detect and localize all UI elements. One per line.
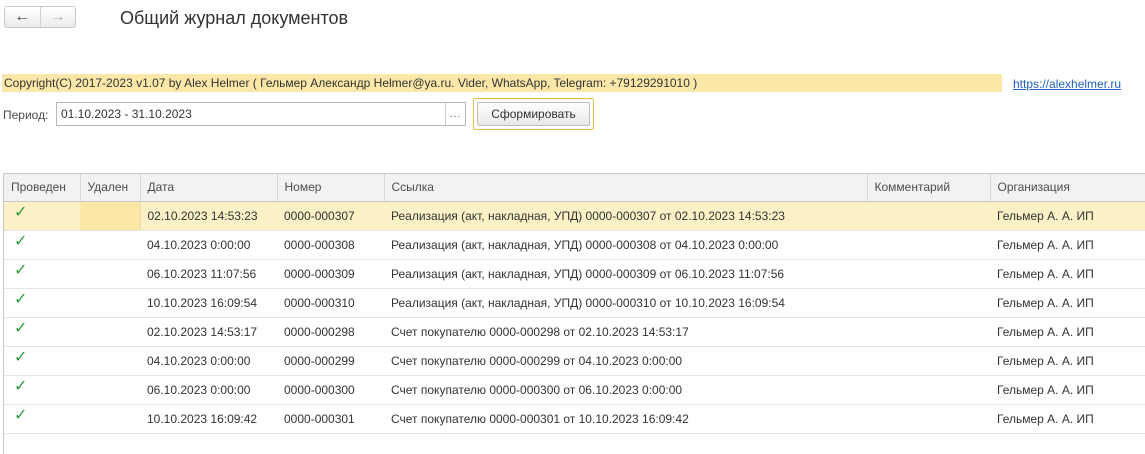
- deleted-cell: [80, 346, 140, 376]
- arrow-right-icon[interactable]: →: [41, 7, 76, 27]
- link-cell: Счет покупателю 0000-000298 от 02.10.202…: [384, 317, 867, 347]
- site-link[interactable]: https://alexhelmer.ru: [1013, 77, 1121, 91]
- number-cell: 0000-000300: [277, 375, 384, 405]
- org-cell: Гельмер А. А. ИП: [990, 346, 1145, 376]
- table-header: Проведен Удален Дата Номер Ссылка Коммен…: [4, 174, 1145, 202]
- number-cell: 0000-000299: [277, 346, 384, 376]
- number-cell: 0000-000307: [277, 201, 384, 231]
- period-choose-button[interactable]: ...: [445, 103, 465, 125]
- check-icon: ✓: [4, 230, 80, 260]
- comment-cell: [867, 288, 990, 318]
- date-cell: 04.10.2023 0:00:00: [140, 346, 277, 376]
- org-cell: Гельмер А. А. ИП: [990, 288, 1145, 318]
- comment-cell: [867, 317, 990, 347]
- table-row[interactable]: ✓ 04.10.2023 0:00:00 0000-000299 Счет покуп…: [4, 346, 1145, 376]
- form-button-focus-frame: Сформировать: [473, 98, 594, 130]
- check-icon: ✓: [4, 404, 80, 434]
- period-label: Период:: [3, 108, 49, 122]
- column-header-org[interactable]: Организация: [990, 174, 1145, 202]
- link-cell: Счет покупателю 0000-000300 от 06.10.202…: [384, 375, 867, 405]
- check-icon: ✓: [4, 259, 80, 289]
- org-cell: Гельмер А. А. ИП: [990, 404, 1145, 434]
- column-header-number[interactable]: Номер: [277, 174, 385, 202]
- table-row[interactable]: ✓ 02.10.2023 14:53:23 0000-000307 Реализаци…: [4, 201, 1145, 231]
- deleted-cell: [80, 230, 140, 260]
- table-row[interactable]: ✓ 06.10.2023 0:00:00 0000-000300 Счет покуп…: [4, 375, 1145, 405]
- column-header-comment[interactable]: Комментарий: [867, 174, 991, 202]
- table-row[interactable]: ✓ 06.10.2023 11:07:56 0000-000309 Реализаци…: [4, 259, 1145, 289]
- check-icon: ✓: [4, 288, 80, 318]
- link-cell: Счет покупателю 0000-000301 от 10.10.202…: [384, 404, 867, 434]
- check-icon: ✓: [4, 317, 80, 347]
- comment-cell: [867, 346, 990, 376]
- deleted-cell: [80, 201, 141, 231]
- comment-cell: [867, 375, 990, 405]
- deleted-cell: [80, 375, 140, 405]
- link-cell: Реализация (акт, накладная, УПД) 0000-00…: [384, 201, 867, 231]
- table-row[interactable]: ✓ 02.10.2023 14:53:17 0000-000298 Счет поку…: [4, 317, 1145, 347]
- copyright-banner: Copyright(C) 2017-2023 v1.07 by Alex Hel…: [2, 74, 1002, 92]
- column-header-date[interactable]: Дата: [140, 174, 278, 202]
- date-cell: 10.10.2023 16:09:54: [140, 288, 277, 318]
- comment-cell: [867, 404, 990, 434]
- link-cell: Реализация (акт, накладная, УПД) 0000-00…: [384, 288, 867, 318]
- link-cell: Счет покупателю 0000-000299 от 04.10.202…: [384, 346, 867, 376]
- org-cell: Гельмер А. А. ИП: [990, 201, 1145, 231]
- org-cell: Гельмер А. А. ИП: [990, 317, 1145, 347]
- number-cell: 0000-000309: [277, 259, 384, 289]
- deleted-cell: [80, 404, 140, 434]
- column-header-link[interactable]: Ссылка: [384, 174, 868, 202]
- date-cell: 02.10.2023 14:53:23: [140, 201, 277, 231]
- date-cell: 02.10.2023 14:53:17: [140, 317, 277, 347]
- column-header-posted[interactable]: Проведен: [4, 174, 81, 202]
- comment-cell: [867, 201, 990, 231]
- table-row[interactable]: ✓ 10.10.2023 16:09:54 0000-000310 Реализаци…: [4, 288, 1145, 318]
- comment-cell: [867, 259, 990, 289]
- org-cell: Гельмер А. А. ИП: [990, 375, 1145, 405]
- date-cell: 06.10.2023 0:00:00: [140, 375, 277, 405]
- date-cell: 06.10.2023 11:07:56: [140, 259, 277, 289]
- org-cell: Гельмер А. А. ИП: [990, 259, 1145, 289]
- date-cell: 10.10.2023 16:09:42: [140, 404, 277, 434]
- navigation-buttons: ← →: [4, 6, 76, 28]
- number-cell: 0000-000301: [277, 404, 384, 434]
- table-row[interactable]: ✓ 10.10.2023 16:09:42 0000-000301 Счет поку…: [4, 404, 1145, 434]
- arrow-left-icon[interactable]: ←: [5, 7, 41, 27]
- comment-cell: [867, 230, 990, 260]
- deleted-cell: [80, 317, 140, 347]
- period-field: ...: [56, 102, 466, 126]
- page-title: Общий журнал документов: [120, 8, 349, 28]
- form-report-button[interactable]: Сформировать: [477, 102, 590, 126]
- link-cell: Реализация (акт, накладная, УПД) 0000-00…: [384, 230, 867, 260]
- deleted-cell: [80, 288, 140, 318]
- org-cell: Гельмер А. А. ИП: [990, 230, 1145, 260]
- check-icon: ✓: [4, 375, 80, 405]
- documents-table[interactable]: Проведен Удален Дата Номер Ссылка Коммен…: [3, 173, 1145, 454]
- number-cell: 0000-000310: [277, 288, 384, 318]
- deleted-cell: [80, 259, 140, 289]
- period-input[interactable]: [57, 103, 445, 125]
- date-cell: 04.10.2023 0:00:00: [140, 230, 277, 260]
- link-cell: Реализация (акт, накладная, УПД) 0000-00…: [384, 259, 867, 289]
- number-cell: 0000-000308: [277, 230, 384, 260]
- table-row[interactable]: ✓ 04.10.2023 0:00:00 0000-000308 Реализация…: [4, 230, 1145, 260]
- check-icon: ✓: [4, 346, 80, 376]
- column-header-deleted[interactable]: Удален: [80, 174, 141, 202]
- number-cell: 0000-000298: [277, 317, 384, 347]
- check-icon: ✓: [4, 201, 80, 231]
